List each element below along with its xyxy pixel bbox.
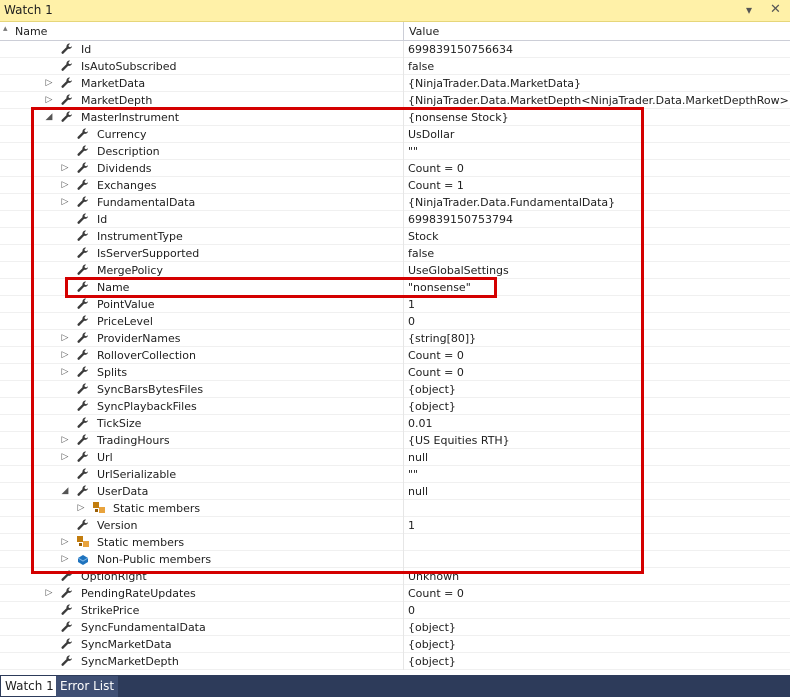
watch-row-name: SyncMarketData [81, 638, 172, 651]
wrench-property-icon [60, 603, 74, 617]
wrench-property-icon [60, 586, 74, 600]
watch-row-value[interactable]: {object} [408, 638, 456, 651]
watch-row-name: StrikePrice [81, 604, 140, 617]
highlight-box-name [65, 277, 497, 298]
wrench-property-icon [60, 654, 74, 668]
watch-row-name: IsAutoSubscribed [81, 60, 177, 73]
bottom-tab-strip: Watch 1 Error List [0, 675, 790, 697]
row-column-divider [403, 58, 404, 75]
wrench-property-icon [60, 76, 74, 90]
wrench-property-icon [60, 620, 74, 634]
row-column-divider [403, 653, 404, 670]
wrench-property-icon [60, 637, 74, 651]
column-header-name[interactable]: Name [15, 25, 47, 38]
wrench-property-icon [60, 42, 74, 56]
watch-row[interactable]: IsAutoSubscribed false [0, 58, 790, 75]
watch-row-name: MarketData [81, 77, 146, 90]
row-column-divider [403, 636, 404, 653]
expand-arrow-icon[interactable]: ▷ [44, 587, 54, 599]
watch-row-value[interactable]: {object} [408, 621, 456, 634]
window-title: Watch 1 [4, 3, 53, 17]
watch-row[interactable]: ▷ MarketData {NinjaTrader.Data.MarketData} [0, 75, 790, 92]
watch-row[interactable]: StrikePrice 0 [0, 602, 790, 619]
sort-caret-icon: ▴ [3, 24, 8, 34]
expand-arrow-icon[interactable]: ▷ [44, 77, 54, 89]
watch-row-name: PendingRateUpdates [81, 587, 196, 600]
watch-row-name: Id [81, 43, 92, 56]
wrench-property-icon [60, 93, 74, 107]
wrench-property-icon [60, 59, 74, 73]
tab-error-list[interactable]: Error List [56, 676, 119, 697]
chevron-down-icon[interactable]: ▾ [746, 3, 752, 17]
row-column-divider [403, 41, 404, 58]
watch-row[interactable]: ▷ PendingRateUpdates Count = 0 [0, 585, 790, 602]
watch-row-value[interactable]: 699839150756634 [408, 43, 513, 56]
watch-row[interactable]: SyncMarketDepth {object} [0, 653, 790, 670]
close-icon[interactable]: ✕ [770, 2, 781, 17]
tab-watch-1[interactable]: Watch 1 [1, 676, 58, 696]
watch-row[interactable]: SyncMarketData {object} [0, 636, 790, 653]
highlight-box-masterinstrument [31, 107, 644, 574]
watch-row-name: SyncMarketDepth [81, 655, 179, 668]
watch-row-name: MarketDepth [81, 94, 153, 107]
column-header: ▴ Name Value [0, 22, 790, 41]
watch-row[interactable]: Id 699839150756634 [0, 41, 790, 58]
watch-row-value[interactable]: {NinjaTrader.Data.MarketDepth<NinjaTrade… [408, 94, 790, 107]
row-column-divider [403, 585, 404, 602]
expand-arrow-icon[interactable]: ▷ [44, 94, 54, 106]
watch-row-value[interactable]: {NinjaTrader.Data.MarketData} [408, 77, 581, 90]
watch-window-titlebar[interactable]: Watch 1 ▾ ✕ [0, 0, 790, 22]
watch-row-name: SyncFundamentalData [81, 621, 206, 634]
watch-row-value[interactable]: 0 [408, 604, 415, 617]
watch-row[interactable]: SyncFundamentalData {object} [0, 619, 790, 636]
watch-row-value[interactable]: Count = 0 [408, 587, 464, 600]
watch-row-value[interactable]: {object} [408, 655, 456, 668]
column-header-value[interactable]: Value [409, 25, 439, 38]
watch-row-value[interactable]: false [408, 60, 434, 73]
row-column-divider [403, 75, 404, 92]
column-divider[interactable] [403, 22, 404, 41]
row-column-divider [403, 602, 404, 619]
row-column-divider [403, 619, 404, 636]
